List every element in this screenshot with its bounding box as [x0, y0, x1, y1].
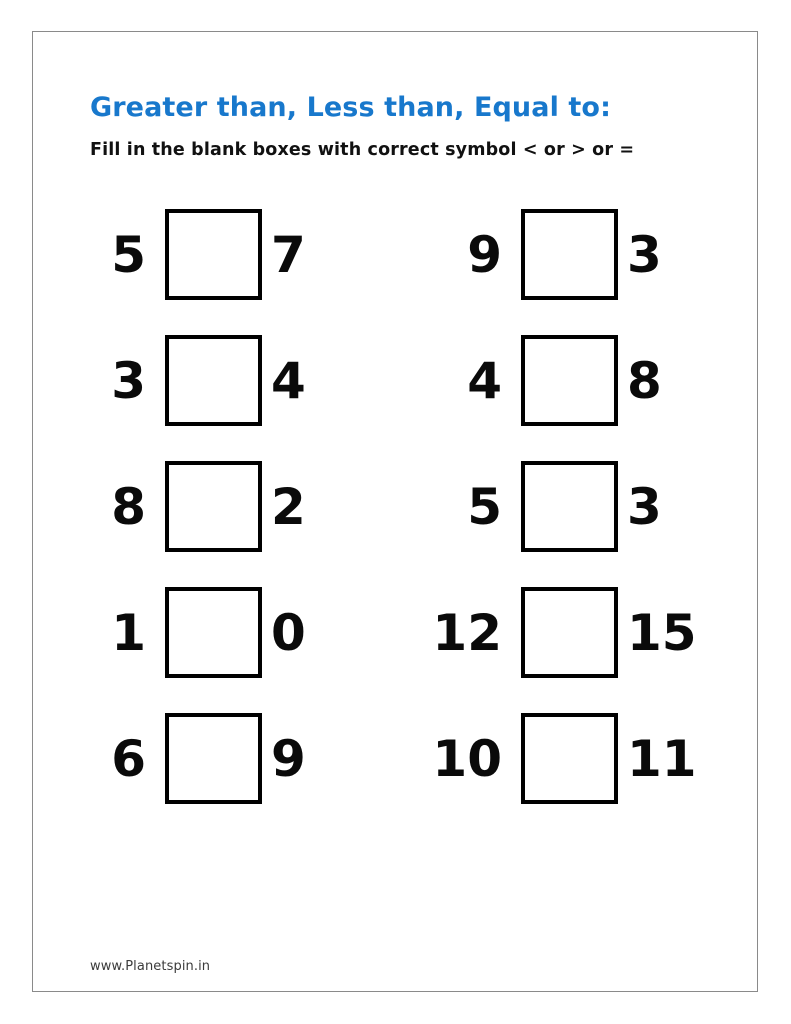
right-operand: 15 [627, 603, 697, 662]
problem-row: 5 3 [416, 461, 676, 552]
right-operand: 3 [627, 225, 662, 284]
left-operand: 8 [111, 477, 146, 536]
right-operand: 7 [271, 225, 306, 284]
right-operand: 11 [627, 729, 697, 788]
left-operand: 12 [432, 603, 502, 662]
problem-row: 4 8 [416, 335, 676, 426]
problem-row: 6 9 [60, 713, 320, 804]
answer-box[interactable] [521, 335, 618, 426]
right-operand: 9 [271, 729, 306, 788]
problem-column-right: 9 3 4 8 5 3 12 15 10 11 [416, 209, 697, 839]
right-operand: 2 [271, 477, 306, 536]
problem-row: 12 15 [416, 587, 697, 678]
problem-row: 3 4 [60, 335, 320, 426]
answer-box[interactable] [165, 335, 262, 426]
right-operand: 4 [271, 351, 306, 410]
answer-box[interactable] [165, 587, 262, 678]
answer-box[interactable] [165, 461, 262, 552]
answer-box[interactable] [165, 713, 262, 804]
worksheet-page: Greater than, Less than, Equal to: Fill … [0, 0, 791, 1024]
answer-box[interactable] [165, 209, 262, 300]
problem-row: 9 3 [416, 209, 676, 300]
left-operand: 5 [111, 225, 146, 284]
problem-row: 8 2 [60, 461, 320, 552]
problem-column-left: 5 7 3 4 8 2 1 0 6 9 [60, 209, 320, 839]
answer-box[interactable] [521, 461, 618, 552]
left-operand: 9 [467, 225, 502, 284]
answer-box[interactable] [521, 587, 618, 678]
left-operand: 6 [111, 729, 146, 788]
left-operand: 4 [467, 351, 502, 410]
left-operand: 3 [111, 351, 146, 410]
problem-grid: 5 7 3 4 8 2 1 0 6 9 9 3 4 8 5 3 12 15 10… [0, 0, 791, 1024]
answer-box[interactable] [521, 713, 618, 804]
right-operand: 0 [271, 603, 306, 662]
problem-row: 1 0 [60, 587, 320, 678]
right-operand: 3 [627, 477, 662, 536]
left-operand: 1 [111, 603, 146, 662]
footer-website-text: www.Planetspin.in [90, 959, 211, 974]
problem-row: 5 7 [60, 209, 320, 300]
problem-row: 10 11 [416, 713, 697, 804]
right-operand: 8 [627, 351, 662, 410]
answer-box[interactable] [521, 209, 618, 300]
left-operand: 5 [467, 477, 502, 536]
left-operand: 10 [432, 729, 502, 788]
